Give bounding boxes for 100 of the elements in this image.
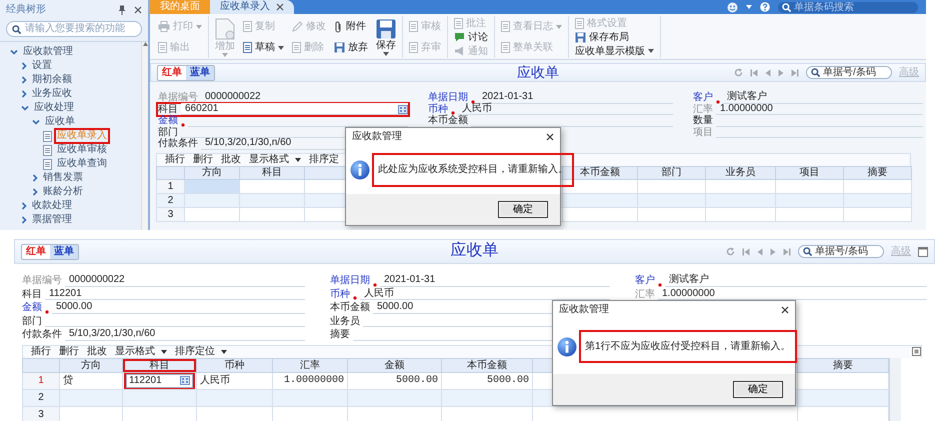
form-title: 应收单 (450, 242, 498, 261)
chevron-right-icon[interactable] (21, 202, 27, 210)
caret-icon[interactable] (161, 350, 167, 354)
smiley-icon[interactable] (727, 2, 738, 12)
field-label: 本币金额 (428, 115, 468, 127)
column-header[interactable]: 部门 (638, 166, 706, 180)
arrow-up-icon[interactable] (142, 42, 148, 46)
column-header[interactable]: 业务员 (706, 166, 776, 180)
close-icon[interactable] (276, 3, 284, 11)
tree-item[interactable]: 销售发票 (42, 172, 84, 184)
grid-toolbar-button[interactable]: 插行 (165, 154, 185, 165)
grid-icon[interactable] (398, 105, 408, 114)
tree-item[interactable]: 应收单 (44, 116, 76, 128)
grid-toolbar-button[interactable]: 排序定 (309, 154, 339, 165)
column-header[interactable]: 摘要 (844, 166, 912, 180)
close-icon[interactable] (546, 133, 554, 141)
search-field[interactable]: 单据号/条码 (798, 245, 884, 258)
column-header[interactable]: 本币金额 (442, 358, 532, 372)
column-header[interactable]: 项目 (776, 166, 844, 180)
column-header[interactable]: 科目 (122, 358, 196, 372)
tree-item[interactable]: 应收款管理 (22, 46, 74, 58)
grid-toolbar-button[interactable]: 批改 (87, 346, 107, 357)
field-label: 科目 (22, 288, 42, 300)
chevron-down-icon[interactable] (32, 119, 40, 125)
tree-item[interactable]: 设置 (31, 60, 53, 72)
tree-item[interactable]: 收款处理 (31, 200, 73, 212)
field-label: 摘要 (330, 329, 350, 341)
scrollbar[interactable] (889, 358, 901, 421)
column-header[interactable]: 汇率 (272, 358, 348, 372)
bill-type-toggle[interactable]: 蓝单 (186, 66, 214, 80)
toolbar-button[interactable]: 保存 (374, 16, 398, 58)
column-header[interactable]: 本币金额 (562, 166, 638, 180)
maximize-icon[interactable] (912, 347, 921, 356)
column-header[interactable]: 科目 (240, 166, 304, 180)
search-field[interactable]: 请输入您要搜索的功能 (6, 21, 142, 37)
grid-toolbar-button[interactable]: 批改 (221, 154, 241, 165)
grid-toolbar-button[interactable]: 排序定位 (175, 346, 227, 357)
close-icon[interactable] (134, 6, 142, 14)
ok-button[interactable]: 确定 (733, 381, 783, 398)
maximize-icon[interactable] (918, 246, 928, 256)
grid-toolbar-button[interactable]: 插行 (31, 346, 51, 357)
toolbar-button[interactable]: 讨论 (452, 32, 490, 42)
document-icon (158, 42, 167, 53)
column-header[interactable]: 币种 (196, 358, 272, 372)
scrollbar[interactable] (141, 42, 148, 230)
grid-toolbar-button[interactable]: 删行 (59, 346, 79, 357)
field-value: 5/10,3/20,1/30,n/60 (69, 328, 156, 340)
caret-icon[interactable] (295, 158, 301, 162)
chevron-right-icon[interactable] (21, 62, 27, 70)
chevron-right-icon[interactable] (21, 216, 27, 224)
field-value: 0000000022 (69, 274, 125, 286)
bill-type-toggle[interactable]: 蓝单 (50, 244, 78, 258)
column-header[interactable]: 金额 (348, 358, 442, 372)
toolbar-button[interactable]: 放弃 (332, 42, 370, 53)
chevron-down-icon[interactable] (21, 105, 29, 111)
caret-icon[interactable] (221, 350, 227, 354)
help-icon[interactable] (760, 2, 770, 12)
toolbar-button[interactable]: 保存布局 (573, 32, 656, 42)
field-value: 0000000022 (205, 91, 261, 103)
column-header[interactable]: 方向 (60, 358, 122, 372)
pin-icon[interactable] (118, 5, 126, 15)
search-field[interactable]: 单据号/条码 (806, 66, 892, 79)
caret-icon[interactable] (278, 46, 284, 50)
toolbar-button[interactable]: 应收单显示模版 (573, 46, 656, 56)
field-label: 单据编号 (158, 92, 198, 104)
tree-item[interactable]: 应收单查询 (56, 158, 108, 170)
chevron-right-icon[interactable] (21, 90, 27, 98)
chevron-right-icon[interactable] (21, 76, 27, 84)
column-header[interactable]: 方向 (184, 166, 240, 180)
floppy-icon (376, 18, 396, 38)
tree-item[interactable]: 应收单审核 (56, 144, 108, 156)
document-icon (215, 18, 235, 40)
selected-cell[interactable] (184, 179, 240, 194)
tab[interactable]: 应收单录入 (210, 0, 294, 14)
tree-item[interactable]: 期初余额 (31, 74, 73, 86)
close-icon[interactable] (781, 306, 789, 314)
ok-button[interactable]: 确定 (498, 201, 548, 218)
toolbar-button[interactable]: 附件 (332, 20, 370, 32)
toolbar-button[interactable]: 草稿 (241, 42, 286, 53)
bill-type-toggle[interactable]: 红单 (158, 66, 186, 80)
chevron-right-icon[interactable] (32, 188, 38, 196)
grid-toolbar-button[interactable]: 删行 (193, 154, 213, 165)
required-icon (353, 296, 357, 300)
cell-input[interactable]: 112201 (126, 374, 193, 388)
caret-icon[interactable] (648, 49, 654, 53)
chevron-right-icon[interactable] (32, 174, 38, 182)
grid-toolbar-button[interactable]: 显示格式 (249, 154, 301, 165)
bill-type-toggle[interactable]: 红单 (22, 244, 50, 258)
chevron-down-icon[interactable] (10, 49, 18, 55)
document-icon (43, 130, 52, 142)
grid-icon[interactable] (180, 376, 190, 386)
tree-item[interactable]: 应收处理 (33, 102, 75, 114)
grid-toolbar-button[interactable]: 显示格式 (115, 346, 167, 357)
caret-icon[interactable] (383, 52, 389, 56)
column-header[interactable]: 摘要 (798, 358, 888, 372)
field-label: 单据日期 (428, 92, 468, 104)
tree-item[interactable]: 业务应收 (31, 88, 73, 100)
search-field[interactable]: 单据条码搜索 (778, 2, 918, 12)
tree-item[interactable]: 账龄分析 (42, 186, 84, 198)
tree-item[interactable]: 票据管理 (31, 214, 73, 226)
